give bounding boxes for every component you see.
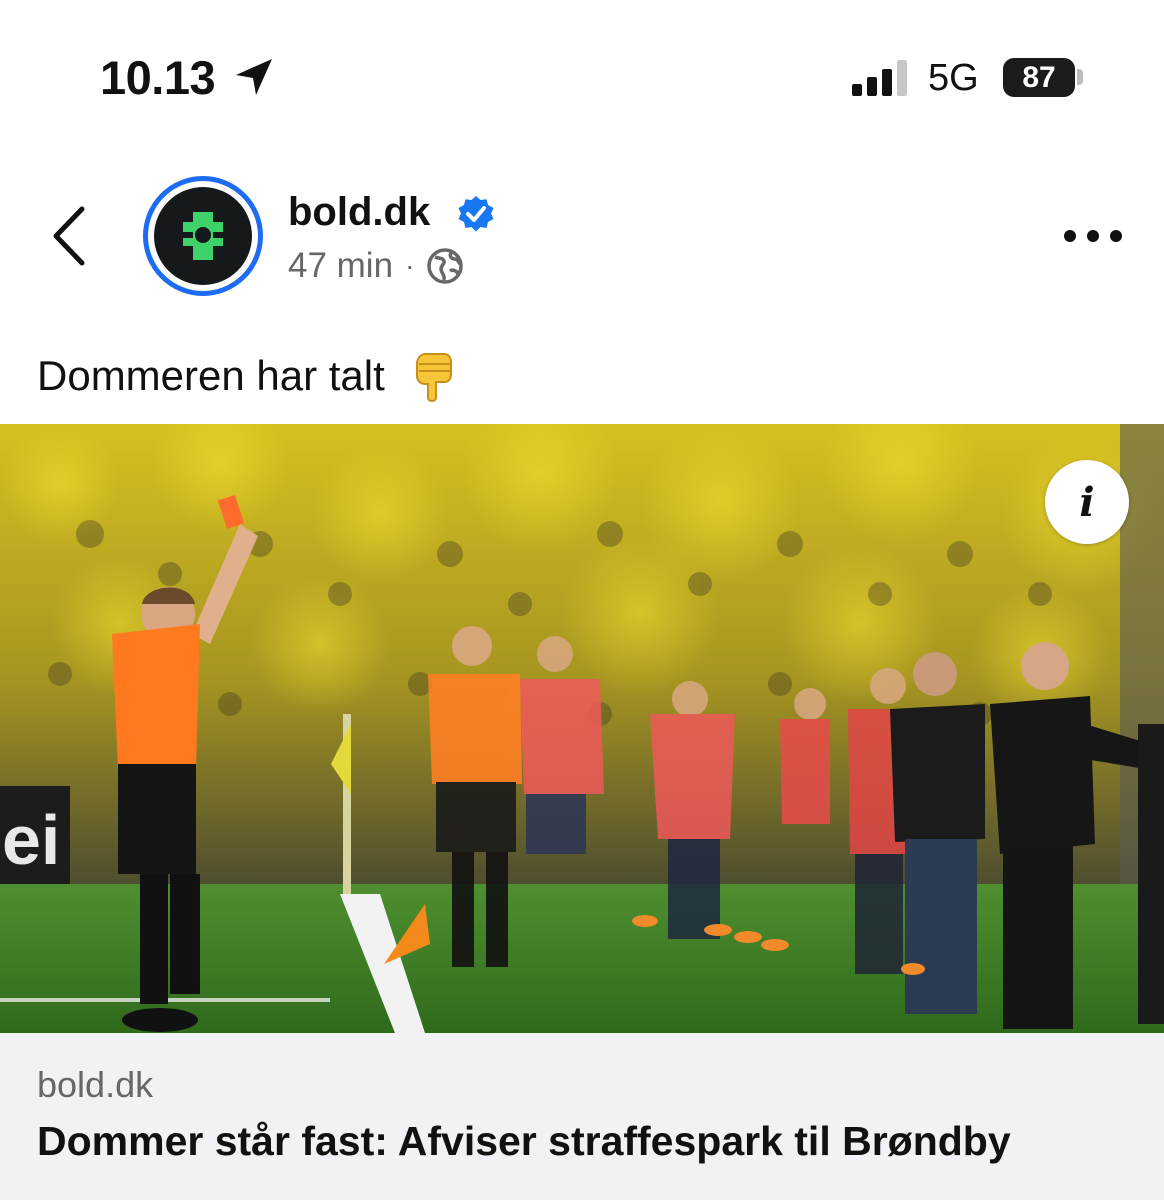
- meta-separator: ·: [405, 250, 415, 281]
- more-options-icon[interactable]: [1062, 224, 1124, 248]
- post-image[interactable]: ei: [0, 424, 1164, 1033]
- status-time: 10.13: [100, 51, 216, 104]
- status-bar: 10.13 5G 87: [0, 0, 1164, 130]
- link-title[interactable]: Dommer står fast: Afviser straffespark t…: [37, 1118, 1011, 1165]
- globe-icon: [427, 248, 464, 284]
- post-meta: 47 min ·: [288, 246, 464, 286]
- link-preview-card[interactable]: [0, 1033, 1164, 1200]
- match-photo: ei: [0, 424, 1164, 1033]
- svg-text:ei: ei: [2, 801, 60, 879]
- battery-level: 87: [1003, 58, 1075, 97]
- post-text: Dommeren har talt: [37, 350, 455, 402]
- post-timestamp[interactable]: 47 min: [288, 246, 393, 286]
- back-chevron-icon[interactable]: [48, 205, 92, 267]
- bold-logo: [154, 187, 252, 285]
- image-info-button[interactable]: i: [1045, 460, 1129, 544]
- battery-cap: [1077, 69, 1083, 85]
- cellular-signal-icon: [852, 60, 907, 96]
- pointing-down-emoji-icon: [415, 353, 452, 402]
- post-message: Dommeren har talt: [37, 352, 385, 399]
- page-name[interactable]: bold.dk: [288, 190, 430, 235]
- page-avatar[interactable]: [143, 176, 263, 296]
- link-domain: bold.dk: [37, 1064, 154, 1105]
- network-type: 5G: [928, 57, 979, 99]
- verified-badge-icon: [458, 196, 494, 232]
- location-arrow-icon: [236, 59, 272, 95]
